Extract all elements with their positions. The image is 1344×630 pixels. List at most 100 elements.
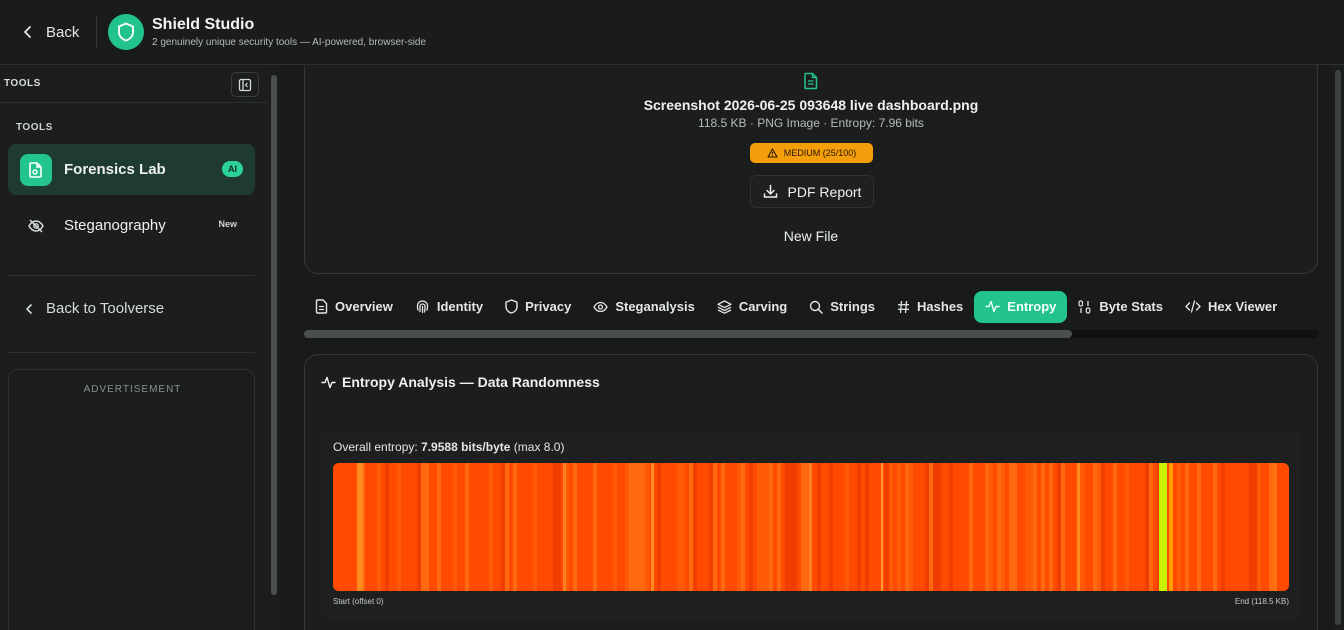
entropy-stripe — [1037, 463, 1041, 591]
entropy-stripe — [1281, 463, 1285, 591]
sidebar-section-label: TOOLS — [16, 122, 53, 133]
sidebar-item-steganography[interactable]: Steganography New — [8, 200, 255, 251]
pdf-report-button[interactable]: PDF Report — [750, 175, 874, 208]
tab-identity[interactable]: Identity — [404, 291, 494, 323]
entropy-stripe — [733, 463, 737, 591]
entropy-stripe — [1105, 463, 1109, 591]
back-to-toolverse-link[interactable]: Back to Toolverse — [24, 300, 164, 317]
main-scrollbar-thumb[interactable] — [1335, 70, 1341, 625]
entropy-stripe — [1145, 463, 1149, 591]
sidebar-scrollbar-thumb[interactable] — [271, 75, 277, 595]
entropy-stripe — [849, 463, 853, 591]
back-to-toolverse-label: Back to Toolverse — [46, 300, 165, 317]
entropy-stripe — [677, 463, 681, 591]
file-text-icon — [803, 72, 819, 90]
entropy-stripe — [873, 463, 877, 591]
entropy-stripe — [397, 463, 401, 591]
tab-privacy[interactable]: Privacy — [494, 291, 582, 323]
entropy-stripe — [1173, 463, 1177, 591]
sidebar-divider — [8, 352, 255, 353]
collapse-sidebar-button[interactable] — [231, 72, 259, 97]
entropy-stripe — [941, 463, 945, 591]
entropy-stripe — [541, 463, 545, 591]
entropy-stripe — [865, 463, 869, 591]
entropy-stripe — [417, 463, 421, 591]
entropy-stripe — [449, 463, 453, 591]
sidebar-item-label: Forensics Lab — [64, 161, 166, 178]
entropy-stripe — [1065, 463, 1069, 591]
entropy-stripe — [1159, 463, 1167, 591]
sidebar-header: TOOLS — [0, 65, 268, 103]
entropy-stripe — [1073, 463, 1077, 591]
entropy-stripe — [1233, 463, 1237, 591]
entropy-stripe — [877, 463, 881, 591]
entropy-stripe — [741, 463, 745, 591]
entropy-stripe — [1197, 463, 1201, 591]
entropy-stripe — [1221, 463, 1225, 591]
overall-entropy-prefix: Overall entropy: — [333, 440, 422, 454]
tab-entropy[interactable]: Entropy — [974, 290, 1068, 323]
tab-label: Entropy — [1007, 299, 1057, 314]
entropy-stripe — [697, 463, 701, 591]
entropy-stripe — [957, 463, 961, 591]
entropy-stripe — [1137, 463, 1141, 591]
sidebar-item-forensics-lab[interactable]: Forensics Lab AI — [8, 144, 255, 195]
entropy-stripe — [813, 463, 817, 591]
entropy-stripe — [665, 463, 669, 591]
tab-byte-stats[interactable]: Byte Stats — [1067, 291, 1174, 323]
entropy-stripe — [781, 463, 785, 591]
search-icon — [810, 300, 823, 314]
entropy-stripe — [589, 463, 593, 591]
file-text-icon — [315, 299, 328, 314]
entropy-stripe — [1121, 463, 1125, 591]
entropy-stripe — [601, 463, 605, 591]
entropy-stripe — [585, 463, 589, 591]
entropy-stripe — [537, 463, 541, 591]
entropy-stripe — [629, 463, 633, 591]
tabs-scrollbar-thumb[interactable] — [304, 330, 1072, 338]
entropy-stripe — [1245, 463, 1249, 591]
entropy-stripe — [1053, 463, 1057, 591]
entropy-stripe — [385, 463, 389, 591]
entropy-stripe — [1265, 463, 1269, 591]
entropy-stripe — [533, 463, 537, 591]
tab-hashes[interactable]: Hashes — [886, 291, 974, 323]
entropy-stripe — [581, 463, 585, 591]
tab-hex-viewer[interactable]: Hex Viewer — [1174, 291, 1288, 323]
entropy-stripe — [1129, 463, 1133, 591]
new-file-button[interactable]: New File — [305, 228, 1317, 244]
entropy-stripe — [805, 463, 809, 591]
tab-overview[interactable]: Overview — [304, 291, 404, 323]
entropy-stripe — [897, 463, 901, 591]
entropy-stripe — [925, 463, 929, 591]
entropy-stripe — [489, 463, 493, 591]
tab-carving[interactable]: Carving — [706, 291, 798, 323]
entropy-stripe — [1169, 463, 1173, 591]
pdf-report-label: PDF Report — [787, 183, 862, 200]
entropy-stripe — [1285, 463, 1289, 591]
activity-icon — [321, 376, 336, 388]
entropy-stripe — [1273, 463, 1277, 591]
entropy-stripe — [1237, 463, 1241, 591]
entropy-heatmap-svg — [333, 463, 1289, 591]
entropy-stripe — [509, 463, 513, 591]
entropy-stripe — [573, 463, 577, 591]
file-scan-icon — [20, 153, 52, 186]
entropy-stripe — [777, 463, 781, 591]
entropy-stripe — [1069, 463, 1073, 591]
tab-steganalysis[interactable]: Steganalysis — [582, 291, 706, 323]
back-button[interactable]: Back — [22, 20, 79, 44]
entropy-stripe — [889, 463, 893, 591]
tab-strings[interactable]: Strings — [798, 291, 886, 323]
entropy-stripe — [1133, 463, 1137, 591]
entropy-card: Entropy Analysis — Data Randomness Overa… — [304, 354, 1318, 630]
entropy-stripe — [1009, 463, 1013, 591]
entropy-stripe — [401, 463, 405, 591]
new-badge: New — [218, 219, 237, 229]
entropy-stripe — [1109, 463, 1113, 591]
entropy-stripe — [609, 463, 613, 591]
entropy-stripe — [881, 463, 883, 591]
entropy-stripe — [525, 463, 529, 591]
entropy-stripe — [1225, 463, 1229, 591]
tab-label: Carving — [738, 299, 788, 314]
